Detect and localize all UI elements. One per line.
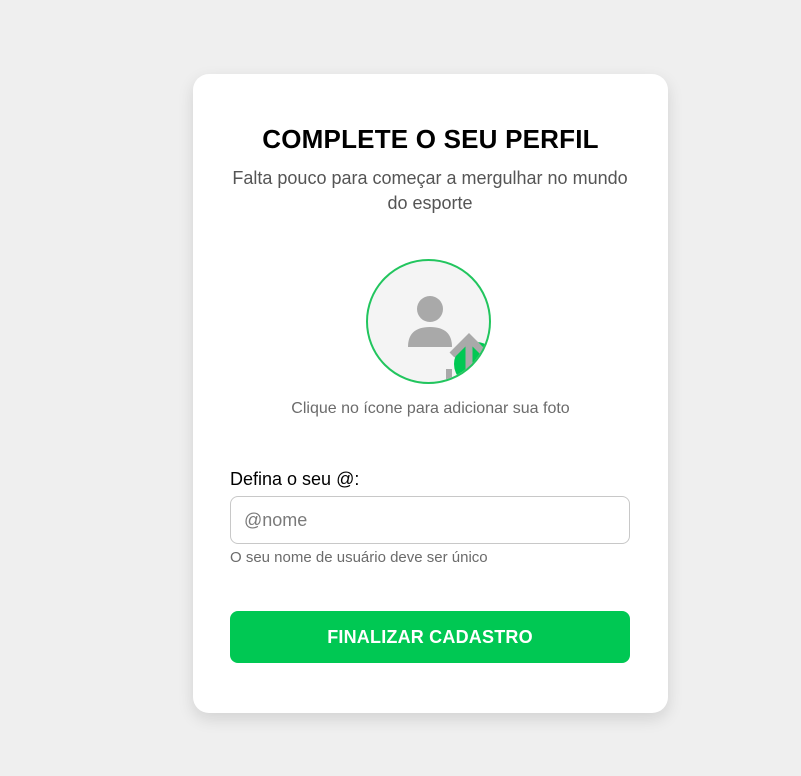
- username-input[interactable]: [230, 496, 630, 544]
- page-title: COMPLETE O SEU PERFIL: [262, 124, 599, 154]
- finish-registration-button[interactable]: FINALIZAR CADASTRO: [230, 611, 630, 663]
- avatar-upload[interactable]: [366, 259, 491, 384]
- user-silhouette-icon: [408, 296, 489, 382]
- avatar-upload-button[interactable]: [366, 259, 491, 384]
- username-label: Defina o seu @:: [230, 469, 360, 489]
- photo-hint: Clique no ícone para adicionar sua foto: [291, 400, 570, 417]
- profile-card: COMPLETE O SEU PERFIL Falta pouco para c…: [193, 74, 668, 713]
- page-subtitle: Falta pouco para começar a mergulhar no …: [232, 168, 628, 213]
- username-help-text: O seu nome de usuário deve ser único: [230, 549, 488, 566]
